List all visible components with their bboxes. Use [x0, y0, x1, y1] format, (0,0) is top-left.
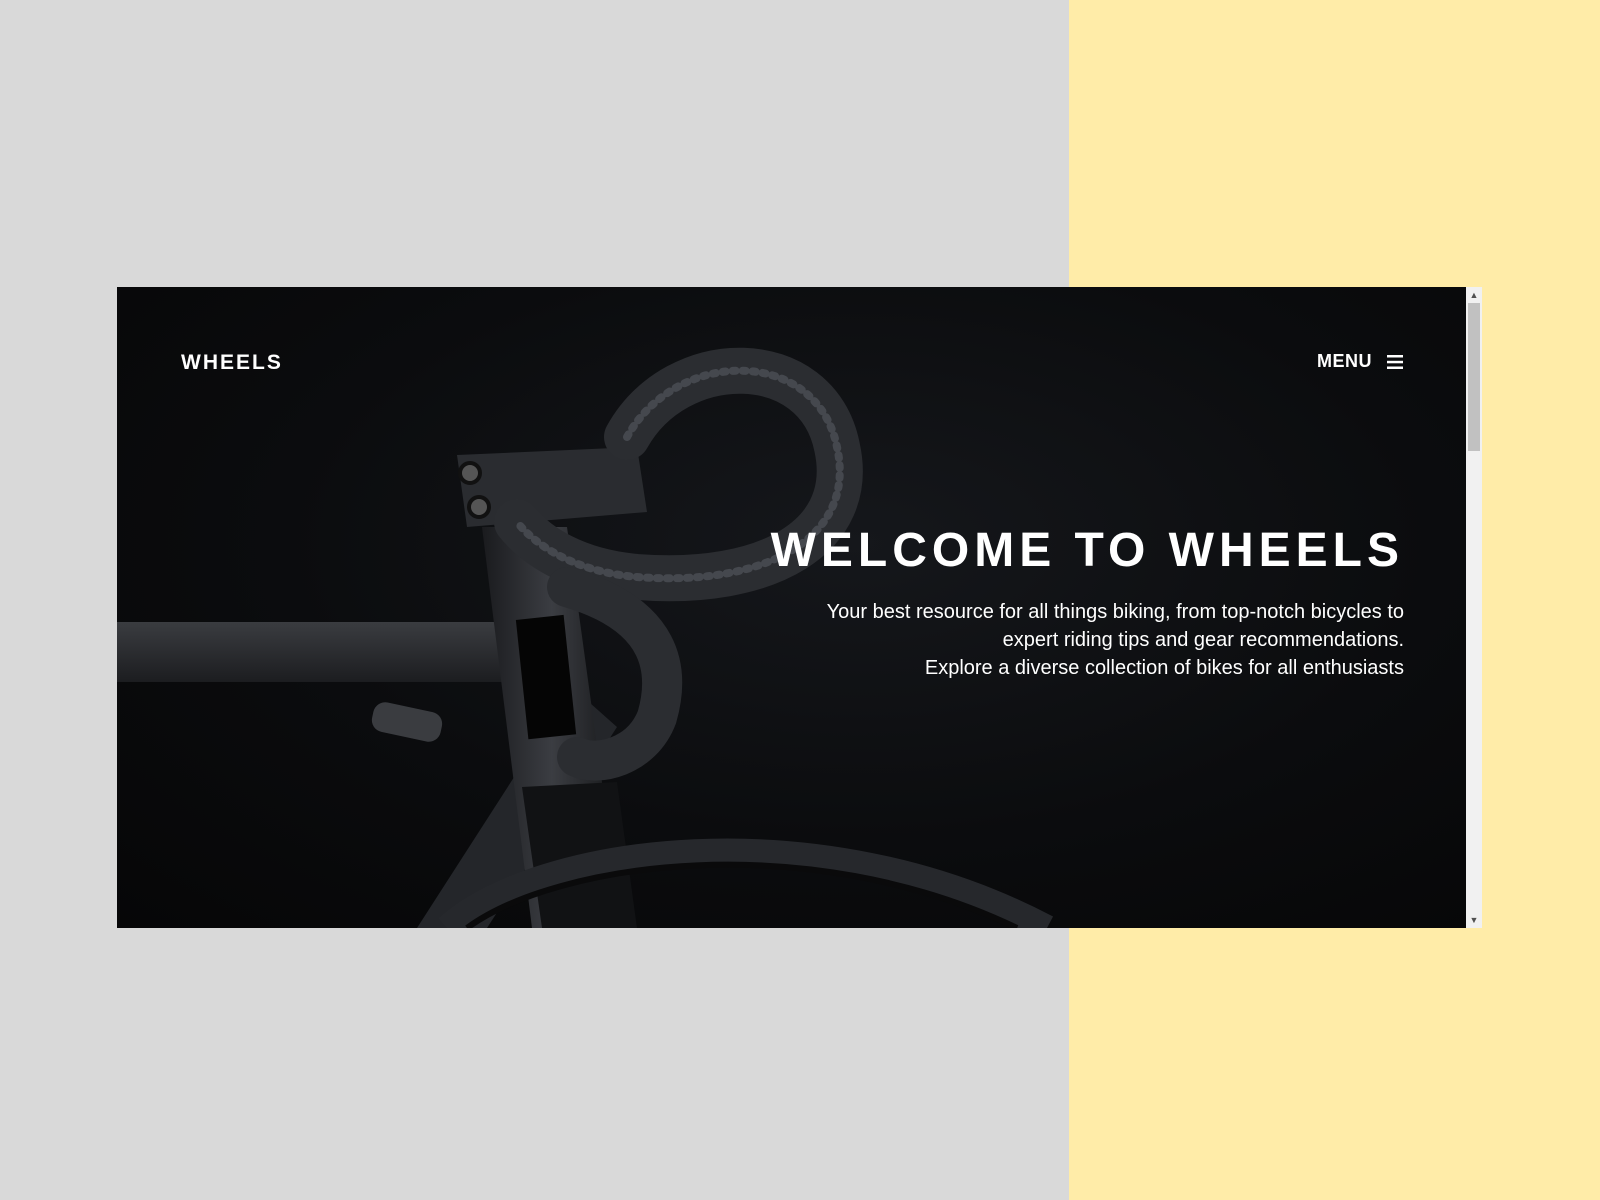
hero-description-line: Explore a diverse collection of bikes fo…	[924, 656, 1404, 679]
scrollbar-thumb[interactable]	[1468, 303, 1480, 451]
brand-logo[interactable]: WHEELS	[181, 351, 283, 375]
hamburger-icon	[1387, 354, 1403, 369]
hero-copy: WELCOME TO WHEELS Your best resource for…	[684, 524, 1404, 682]
hero-description-line: Your best resource for all things biking…	[826, 600, 1404, 623]
menu-button[interactable]: MENU	[1317, 351, 1404, 372]
scroll-up-arrow-icon[interactable]: ▲	[1466, 287, 1482, 303]
vertical-scrollbar[interactable]: ▲ ▼	[1466, 287, 1482, 928]
hero-section: WHEELS MENU WELCOME TO WHEELS Your best …	[117, 287, 1466, 928]
scroll-down-arrow-icon[interactable]: ▼	[1466, 912, 1482, 928]
hero-description: Your best resource for all things biking…	[684, 598, 1404, 682]
hero-description-line: expert riding tips and gear recommendati…	[1002, 628, 1404, 651]
browser-viewport: WHEELS MENU WELCOME TO WHEELS Your best …	[117, 287, 1482, 928]
menu-label: MENU	[1317, 351, 1372, 371]
hero-title: WELCOME TO WHEELS	[770, 524, 1404, 577]
